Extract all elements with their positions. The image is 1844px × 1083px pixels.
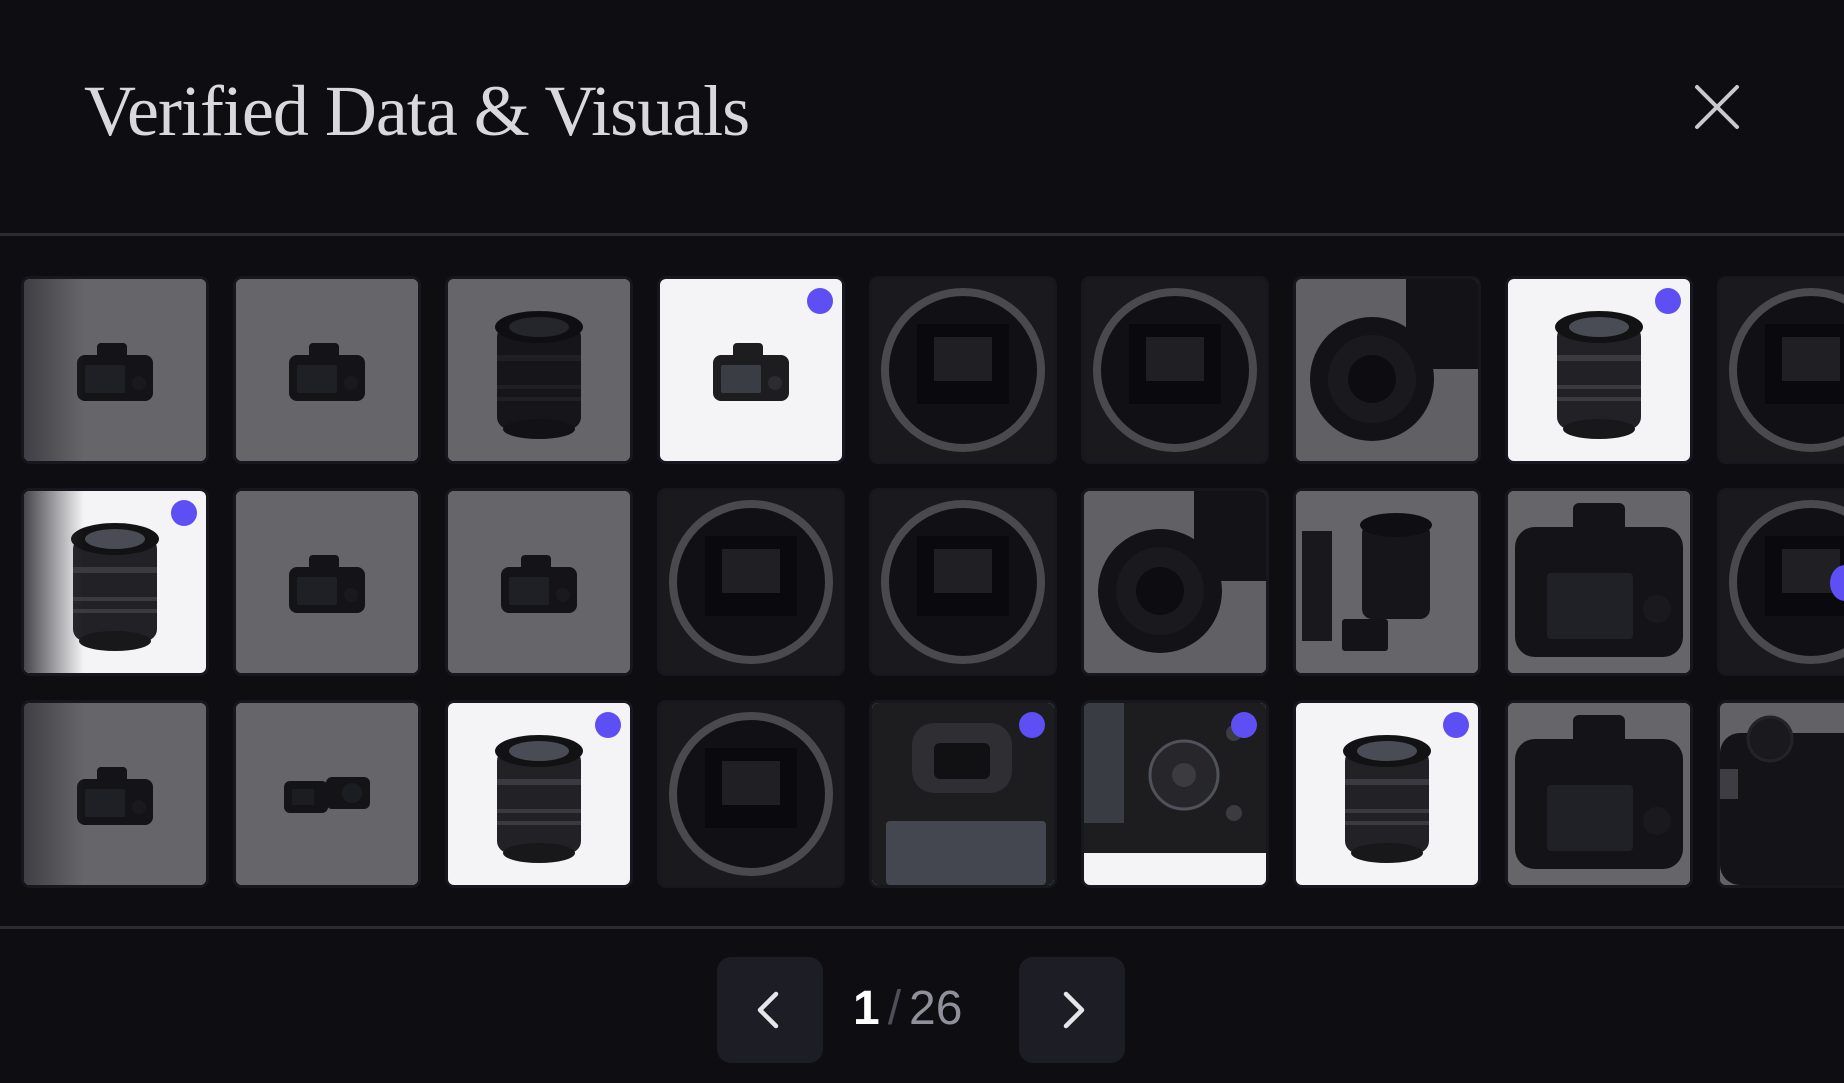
page-separator: / (887, 982, 902, 1035)
image-thumbnail[interactable] (236, 279, 418, 461)
image-thumbnail[interactable] (24, 491, 206, 673)
image-thumbnail[interactable] (1720, 491, 1844, 673)
verified-badge (1655, 288, 1681, 314)
pagination: 1/26 (0, 929, 1844, 1083)
image-thumbnail[interactable] (1296, 703, 1478, 885)
verified-badge (807, 288, 833, 314)
verified-badge (1019, 712, 1045, 738)
total-pages: 26 (909, 982, 963, 1035)
camera-small-image (236, 491, 418, 673)
next-page-button[interactable] (1019, 957, 1125, 1063)
chevron-left-icon (757, 991, 779, 1029)
modal-header: Verified Data & Visuals (0, 0, 1844, 233)
current-page: 1 (853, 982, 880, 1035)
image-thumbnail[interactable] (872, 491, 1054, 673)
image-thumbnail[interactable] (236, 703, 418, 885)
close-button[interactable] (1692, 82, 1742, 132)
camera-closeup-image (1084, 491, 1266, 673)
image-thumbnail[interactable] (24, 279, 206, 461)
mount-image (660, 491, 842, 673)
image-thumbnail[interactable] (448, 703, 630, 885)
image-thumbnail[interactable] (660, 491, 842, 673)
mount-image (872, 491, 1054, 673)
image-thumbnail[interactable] (1508, 279, 1690, 461)
mount-image (1084, 279, 1266, 461)
camera-closeup-image (1296, 279, 1478, 461)
lens-image (448, 279, 630, 461)
image-thumbnail[interactable] (236, 491, 418, 673)
image-thumbnail[interactable] (1508, 703, 1690, 885)
camera-top-image (1720, 703, 1844, 885)
image-thumbnail[interactable] (1084, 491, 1266, 673)
image-thumbnail[interactable] (872, 703, 1054, 885)
image-thumbnail[interactable] (24, 703, 206, 885)
camera-back-image (1508, 703, 1690, 885)
mount-image (660, 703, 842, 885)
verified-badge (1443, 712, 1469, 738)
image-thumbnail[interactable] (1296, 279, 1478, 461)
image-thumbnail[interactable] (1084, 279, 1266, 461)
image-thumbnail[interactable] (660, 703, 842, 885)
verified-badge (595, 712, 621, 738)
camera-small-image (448, 491, 630, 673)
camera-back-image (1508, 491, 1690, 673)
camera-small-image (24, 279, 206, 461)
mount-image (1720, 279, 1844, 461)
verified-badge (171, 500, 197, 526)
page-title: Verified Data & Visuals (84, 71, 750, 151)
image-thumbnail[interactable] (448, 491, 630, 673)
lens-with-battery-image (1296, 491, 1478, 673)
mount-image (1720, 491, 1844, 673)
page-indicator: 1/26 (853, 981, 993, 1041)
verified-badge (1231, 712, 1257, 738)
previous-page-button[interactable] (717, 957, 823, 1063)
camera-small-image (24, 703, 206, 885)
image-thumbnail[interactable] (1720, 703, 1844, 885)
image-grid (0, 233, 1844, 926)
image-thumbnail[interactable] (1720, 279, 1844, 461)
image-thumbnail[interactable] (1296, 491, 1478, 673)
close-icon (1695, 85, 1739, 129)
image-thumbnail[interactable] (660, 279, 842, 461)
camera-small-image (236, 279, 418, 461)
mount-image (872, 279, 1054, 461)
chevron-right-icon (1063, 991, 1085, 1029)
image-thumbnail[interactable] (872, 279, 1054, 461)
two-cameras-image (236, 703, 418, 885)
image-thumbnail[interactable] (1508, 491, 1690, 673)
image-thumbnail[interactable] (1084, 703, 1266, 885)
image-thumbnail[interactable] (448, 279, 630, 461)
